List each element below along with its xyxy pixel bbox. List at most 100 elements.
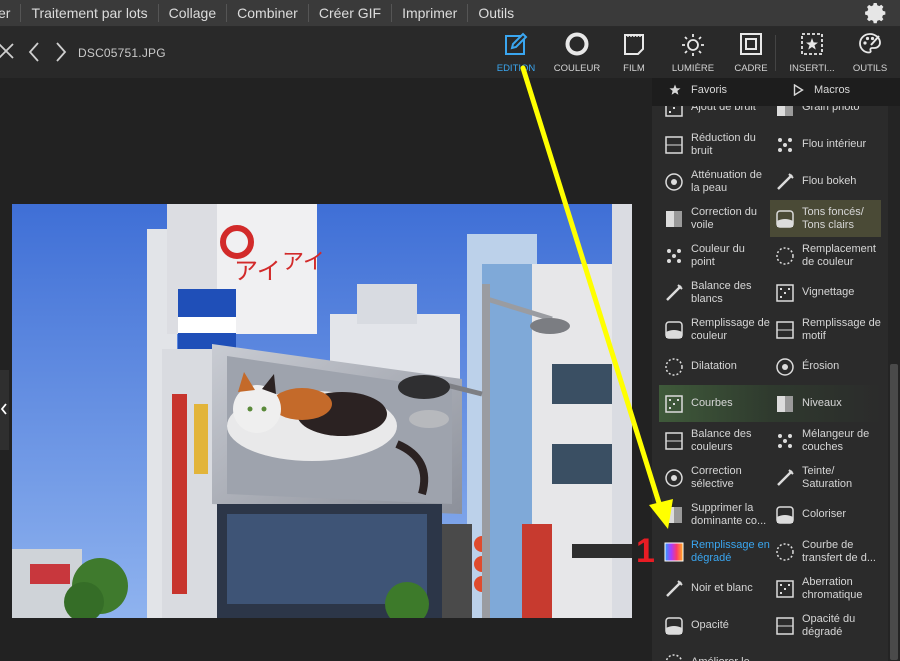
tool-balance-des-blancs[interactable]: Balance des blancs xyxy=(659,274,770,311)
chevron-left-icon[interactable] xyxy=(0,402,8,416)
tool-label: Réduction du bruit xyxy=(691,132,756,158)
tool-supprimer-la-dominante-co[interactable]: Supprimer la dominante co... xyxy=(659,496,770,533)
tool-label-line: motif xyxy=(802,329,826,342)
tool-remplacement-de-couleur[interactable]: Remplacement de couleur xyxy=(770,237,881,274)
tool-aberration-chromatique[interactable]: Aberration chromatique xyxy=(770,570,881,607)
image-canvas: アイ アイ xyxy=(0,78,652,661)
tool-opacite[interactable]: Opacité xyxy=(659,607,770,644)
tool-insertion-label: INSERTI... xyxy=(789,63,835,74)
tool-label-line: couleur xyxy=(691,329,728,342)
pencil-box-icon xyxy=(505,32,528,55)
tool-remplissage-en-degrade[interactable]: Remplissage en dégradé xyxy=(659,533,770,570)
tool-edition[interactable]: EDITION xyxy=(494,31,538,75)
dots-icon xyxy=(778,137,792,152)
tool-niveaux[interactable]: Niveaux xyxy=(770,385,881,422)
menu-item-batch[interactable]: Traitement par lots xyxy=(20,3,157,22)
tool-grain-photo[interactable]: Grain photo xyxy=(770,106,881,126)
chevron-left-icon[interactable] xyxy=(26,41,42,63)
tool-label-line: couches xyxy=(802,440,843,453)
tool-label: Mélangeur de couches xyxy=(802,428,869,454)
tool-label-line: Aberration xyxy=(802,575,853,588)
brush-icon xyxy=(666,579,683,597)
ring-icon xyxy=(665,357,683,376)
tool-label: Atténuation de la peau xyxy=(691,169,762,195)
tool-label-line: Niveaux xyxy=(802,397,842,409)
menu-item-tools[interactable]: Outils xyxy=(467,3,524,22)
tool-dilatation[interactable]: Dilatation xyxy=(659,348,770,385)
tool-lumiere[interactable]: LUMIÈRE xyxy=(670,31,716,75)
tool-label: Remplacement de couleur xyxy=(802,243,876,269)
tool-noir-et-blanc[interactable]: Noir et blanc xyxy=(659,570,770,607)
tool-label-line: Remplissage en xyxy=(691,538,770,551)
scroll-thumb[interactable] xyxy=(890,364,898,660)
grid-icon xyxy=(665,106,683,117)
tool-outils-label: OUTILS xyxy=(852,63,888,74)
tool-label: Vignettage xyxy=(802,286,854,299)
tool-label-line: Teinte/ xyxy=(802,464,835,477)
tool-label-line: Flou intérieur xyxy=(802,138,867,150)
menu-item-create-gif[interactable]: Créer GIF xyxy=(307,3,391,22)
tool-label-line: blancs xyxy=(691,292,723,305)
tool-flou-interieur[interactable]: Flou intérieur xyxy=(770,126,881,163)
tool-ameliorer-le[interactable]: Améliorer le xyxy=(659,644,770,661)
tool-ajout-de-bruit[interactable]: Ajout de bruit xyxy=(659,106,770,126)
menu-item-viewer[interactable]: er xyxy=(0,4,20,22)
menu-item-collage[interactable]: Collage xyxy=(157,3,226,22)
menu-item-combine[interactable]: Combiner xyxy=(226,3,308,22)
fill-icon xyxy=(776,505,794,524)
tool-courbes[interactable]: Courbes xyxy=(659,385,770,422)
tool-label-line: Atténuation de xyxy=(691,168,762,181)
tool-coloriser[interactable]: Coloriser xyxy=(770,496,881,533)
half-fill-icon xyxy=(777,106,793,116)
play-icon xyxy=(793,84,804,96)
tool-outils[interactable]: OUTILS xyxy=(849,31,891,75)
tool-vignettage[interactable]: Vignettage xyxy=(770,274,881,311)
tool-film[interactable]: FILM xyxy=(618,31,650,75)
menu-item-print[interactable]: Imprimer xyxy=(391,3,467,22)
tool-cadre[interactable]: CADRE xyxy=(733,31,769,75)
tool-label: Niveaux xyxy=(802,397,842,410)
gradient-fill-icon xyxy=(664,542,684,561)
close-icon[interactable] xyxy=(0,41,16,61)
menu-bar: er Traitement par lots Collage Combiner … xyxy=(0,0,900,27)
tool-label-line: Opacité xyxy=(691,619,729,631)
panel-scrollbar[interactable] xyxy=(888,106,900,661)
tool-label-line: Grain photo xyxy=(802,106,860,113)
tool-lumiere-label: LUMIÈRE xyxy=(671,63,715,74)
tool-cadre-label: CADRE xyxy=(734,63,768,74)
tool-label: Tons foncés/Tons clairs xyxy=(802,206,864,232)
tool-couleur[interactable]: COULEUR xyxy=(553,31,601,75)
tool-label-line: Opacité du xyxy=(802,612,856,625)
tool-balance-des-couleurs[interactable]: Balance des couleurs xyxy=(659,422,770,459)
tool-flou-bokeh[interactable]: Flou bokeh xyxy=(770,163,881,200)
tool-insertion[interactable]: INSERTI... xyxy=(786,31,838,75)
brush-icon xyxy=(777,172,794,190)
tab-macros[interactable]: Macros xyxy=(793,84,850,96)
toolbar: DSC05751.JPG EDITION COULEUR FILM LUMIÈR… xyxy=(0,27,900,78)
tool-opacite-du-degrade[interactable]: Opacité du dégradé xyxy=(770,607,881,644)
tool-label-line: bruit xyxy=(691,144,713,157)
tool-label-line: dégradé xyxy=(691,551,732,564)
gear-icon[interactable] xyxy=(864,1,888,25)
tool-remplissage-de-couleur[interactable]: Remplissage de couleur xyxy=(659,311,770,348)
tool-label-line: sélective xyxy=(691,477,734,490)
tool-tons-fonces-tons-clairs[interactable]: Tons foncés/Tons clairs xyxy=(770,200,881,237)
dots-icon xyxy=(778,433,792,448)
chevron-right-icon[interactable] xyxy=(53,41,69,63)
tool-remplissage-de-motif[interactable]: Remplissage de motif xyxy=(770,311,881,348)
tool-correction-selective[interactable]: Correction sélective xyxy=(659,459,770,496)
tool-reduction-du-bruit[interactable]: Réduction du bruit xyxy=(659,126,770,163)
tool-label-line: Dilatation xyxy=(691,360,737,372)
tab-favorites[interactable]: Favoris xyxy=(669,84,727,96)
tool-erosion[interactable]: Érosion xyxy=(770,348,881,385)
tool-melangeur-de-couches[interactable]: Mélangeur de couches xyxy=(770,422,881,459)
tool-attenuation-de-la-peau[interactable]: Atténuation de la peau xyxy=(659,163,770,200)
panel-tabs: Favoris Macros xyxy=(652,78,900,106)
film-frame-icon xyxy=(624,34,644,55)
tool-correction-du-voile[interactable]: Correction du voile xyxy=(659,200,770,237)
tool-teinte-saturation[interactable]: Teinte/Saturation xyxy=(770,459,881,496)
tool-courbe-de-transfert-de-d[interactable]: Courbe de transfert de d... xyxy=(770,533,881,570)
tool-couleur-du-point[interactable]: Couleur du point xyxy=(659,237,770,274)
tab-favorites-label: Favoris xyxy=(691,84,728,96)
tool-label-line: Couleur du xyxy=(691,242,745,255)
